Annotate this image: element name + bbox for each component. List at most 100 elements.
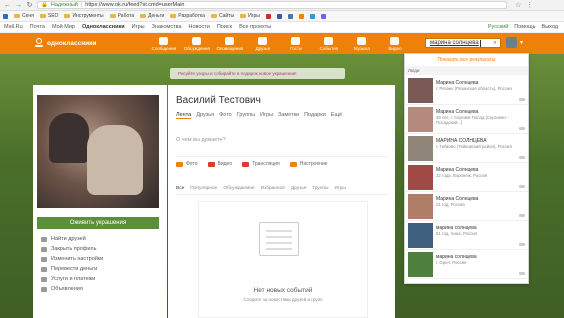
- nav-guests[interactable]: Гости: [280, 36, 311, 51]
- vk-icon[interactable]: [287, 13, 293, 19]
- profile-menu-item[interactable]: Найти друзей: [41, 235, 103, 243]
- message-icon[interactable]: [519, 127, 525, 130]
- result-item[interactable]: Марина Солнцева 21 год, Россия: [405, 192, 528, 221]
- bookmark-folder[interactable]: SEO: [39, 13, 58, 19]
- language-link[interactable]: Русский: [488, 24, 508, 30]
- tab-notes[interactable]: Заметки: [278, 112, 299, 119]
- result-item[interactable]: Марина Солнцева г. Рязань (Рязанская обл…: [405, 76, 528, 105]
- feed-tab[interactable]: Обсуждаемое: [223, 186, 254, 191]
- bookmark-folder[interactable]: Разработка: [170, 13, 205, 19]
- profile-menu-item[interactable]: Закрыть профиль: [41, 245, 103, 253]
- mood-action[interactable]: Настроение: [289, 161, 328, 167]
- tab-feed[interactable]: Лента: [176, 112, 192, 119]
- nav-video[interactable]: Видео: [379, 36, 410, 51]
- show-all-results-link[interactable]: Показать все результаты: [405, 57, 528, 63]
- nav-events[interactable]: События: [313, 36, 344, 51]
- message-icon[interactable]: [519, 98, 525, 101]
- result-item[interactable]: МАРИНА СОЛНЦЕВА г. Тейково (Тейковский р…: [405, 134, 528, 163]
- address-bar[interactable]: 🔒 Надежный | https://www.ok.ru/feed?st.c…: [37, 1, 507, 9]
- portal-link[interactable]: Знакомства: [152, 24, 182, 30]
- stream-action[interactable]: Трансляция: [242, 161, 280, 167]
- bookmark-folder[interactable]: Сеня: [14, 13, 34, 19]
- wallet-icon: [41, 276, 47, 282]
- profile-menu-item[interactable]: Перевести деньги: [41, 265, 103, 273]
- post-input[interactable]: О чем вы думаете?: [176, 133, 388, 157]
- portal-links-bar: Mail.Ru Почта Мой Мир Одноклассники Игры…: [0, 22, 564, 33]
- tab-photos[interactable]: Фото: [219, 112, 232, 119]
- secure-label: Надежный: [50, 2, 78, 8]
- nav-messages[interactable]: Сообщения: [148, 36, 179, 51]
- feed-tab[interactable]: Избранное: [261, 186, 285, 191]
- portal-link[interactable]: Mail.Ru: [4, 24, 23, 30]
- nav-friends[interactable]: Друзья: [247, 36, 278, 51]
- bookmark-folder[interactable]: Игры: [240, 13, 260, 19]
- portal-link[interactable]: Поиск: [217, 24, 232, 30]
- result-item[interactable]: марина солнцева 61 год, Анна, Россия: [405, 221, 528, 250]
- result-item[interactable]: Марина Солнцева 22 года, Воронеж, Россия: [405, 163, 528, 192]
- help-link[interactable]: Помощь: [514, 24, 535, 30]
- profile-menu-item[interactable]: Объявления: [41, 285, 103, 293]
- nav-music[interactable]: Музыка: [346, 36, 377, 51]
- folder-icon: [64, 13, 71, 19]
- back-icon[interactable]: ←: [4, 2, 11, 9]
- result-item[interactable]: Марина Солнцева 48 лет, г. Сергиев Посад…: [405, 105, 528, 134]
- photo-action[interactable]: Фото: [176, 161, 198, 167]
- apps-icon[interactable]: [3, 13, 8, 19]
- tab-gifts[interactable]: Подарки: [304, 112, 326, 119]
- bookmark-folder[interactable]: Работа: [109, 13, 134, 19]
- forward-icon[interactable]: →: [15, 2, 22, 9]
- portal-link[interactable]: Все проекты: [239, 24, 271, 30]
- user-avatar[interactable]: [506, 37, 517, 48]
- video-action[interactable]: Видео: [207, 161, 232, 167]
- feed-tab[interactable]: Друзья: [291, 186, 307, 191]
- message-icon[interactable]: [519, 156, 525, 159]
- star-icon[interactable]: ☆: [515, 1, 521, 9]
- youtube-icon[interactable]: [265, 13, 271, 19]
- portal-link[interactable]: Почта: [30, 24, 45, 30]
- portal-link[interactable]: Новости: [189, 24, 210, 30]
- broadcast-icon: [242, 161, 250, 167]
- decorations-button[interactable]: Оживить украшения: [37, 217, 159, 229]
- bookmark-folder[interactable]: Инструменты: [64, 13, 104, 19]
- ok-logo[interactable]: одноклассники: [34, 37, 96, 50]
- message-icon[interactable]: [519, 214, 525, 217]
- logout-link[interactable]: Выход: [542, 24, 558, 30]
- search-input[interactable]: марина солнцева ⌕: [425, 38, 501, 48]
- search-icon[interactable]: ⌕: [491, 40, 499, 47]
- nav-discussions[interactable]: Обсуждения: [181, 36, 212, 51]
- portal-link[interactable]: Игры: [132, 24, 145, 30]
- message-icon[interactable]: [519, 243, 525, 246]
- search-friends-icon: [41, 236, 47, 242]
- promo-banner[interactable]: Рисуйте узоры и собирайте в подарок ново…: [170, 68, 345, 79]
- portal-link[interactable]: Мой Мир: [52, 24, 75, 30]
- ok-icon[interactable]: [298, 13, 304, 19]
- profile-tabs: Лента Друзья Фото Группы Игры Заметки По…: [176, 112, 342, 119]
- viber-icon[interactable]: [320, 13, 326, 19]
- tab-more[interactable]: Ещё: [331, 112, 342, 119]
- bookmark-folder[interactable]: Деньги: [140, 13, 164, 19]
- chevron-down-icon[interactable]: ▼: [519, 40, 524, 46]
- portal-link-active[interactable]: Одноклассники: [82, 24, 125, 30]
- message-icon[interactable]: [519, 272, 525, 275]
- feed-tab[interactable]: Все: [176, 186, 184, 191]
- profile-photo[interactable]: [37, 95, 159, 208]
- nav-notifications[interactable]: Оповещения: [214, 36, 245, 51]
- feed-tab[interactable]: Группы: [312, 186, 328, 191]
- facebook-icon[interactable]: [276, 13, 282, 19]
- profile-menu-item[interactable]: Услуги и платежи: [41, 275, 103, 283]
- bookmark-folder[interactable]: Сайты: [210, 13, 234, 19]
- tab-friends[interactable]: Друзья: [196, 112, 214, 119]
- tab-games[interactable]: Игры: [260, 112, 273, 119]
- profile-menu-item[interactable]: Изменить настройки: [41, 255, 103, 263]
- result-item[interactable]: марина солнцева г. Орел, Россия: [405, 250, 528, 279]
- feed-tab[interactable]: Популярное: [190, 186, 217, 191]
- menu-icon[interactable]: ⋮: [526, 1, 533, 9]
- tab-groups[interactable]: Группы: [237, 112, 255, 119]
- feed-tab[interactable]: Игры: [334, 186, 345, 191]
- reload-icon[interactable]: ↻: [26, 2, 33, 9]
- results-list: Марина Солнцева г. Рязань (Рязанская обл…: [405, 76, 528, 279]
- twitter-icon[interactable]: [309, 13, 315, 19]
- message-icon[interactable]: [519, 185, 525, 188]
- profile-menu: Найти друзей Закрыть профиль Изменить на…: [41, 235, 103, 293]
- bookmarks-bar: Сеня SEO Инструменты Работа Деньги Разра…: [0, 11, 564, 22]
